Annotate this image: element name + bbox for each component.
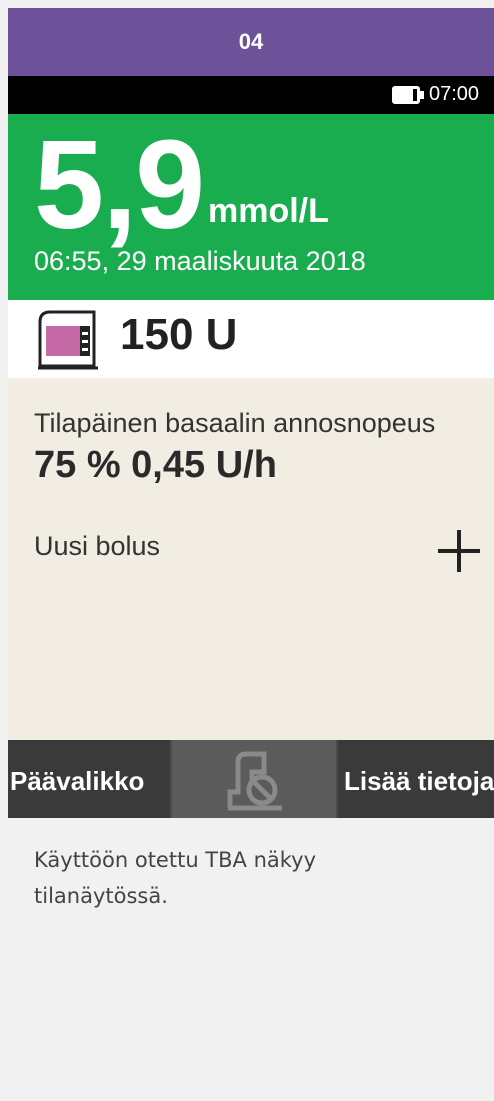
temporary-basal-value: 75 % 0,45 U/h (34, 444, 277, 486)
reservoir-panel: 150 U (8, 300, 494, 378)
insulin-cartridge-icon (38, 310, 98, 370)
clock: 07:00 (429, 83, 480, 105)
battery-icon (392, 86, 424, 104)
new-bolus-label: Uusi bolus (34, 531, 161, 561)
main-menu-label: Päävalikko (10, 766, 145, 796)
device-screen: 07:00 5,9 mmol/L 06:55, 29 maaliskuuta 2… (8, 76, 494, 818)
status-panel: Tilapäinen basaalin annosnopeus 75 % 0,4… (8, 378, 494, 740)
step-number: 04 (238, 29, 264, 54)
status-bar: 07:00 (8, 76, 494, 114)
glucose-timestamp: 06:55, 29 maaliskuuta 2018 (34, 246, 366, 276)
reservoir-amount: 150 U (120, 310, 238, 359)
delivery-stopped-button[interactable] (172, 740, 336, 818)
new-bolus-row[interactable]: Uusi bolus (8, 518, 494, 572)
main-menu-button[interactable]: Päävalikko (8, 740, 170, 818)
more-info-button[interactable]: Lisää tietoja (338, 740, 494, 818)
glucose-unit: mmol/L (208, 192, 329, 230)
step-header: 04 (8, 8, 494, 76)
more-info-label: Lisää tietoja (344, 766, 494, 796)
temporary-basal-label: Tilapäinen basaalin annosnopeus (34, 408, 436, 438)
delivery-stopped-icon (227, 751, 282, 811)
softkey-bar: Päävalikko Lisää tietoja (8, 740, 494, 818)
caption-text: Käyttöön otettu TBA näkyy tilanäytössä. (34, 848, 317, 908)
plus-icon[interactable] (436, 528, 482, 574)
glucose-value: 5,9 (34, 114, 205, 255)
glucose-panel[interactable]: 5,9 mmol/L 06:55, 29 maaliskuuta 2018 (8, 114, 494, 300)
